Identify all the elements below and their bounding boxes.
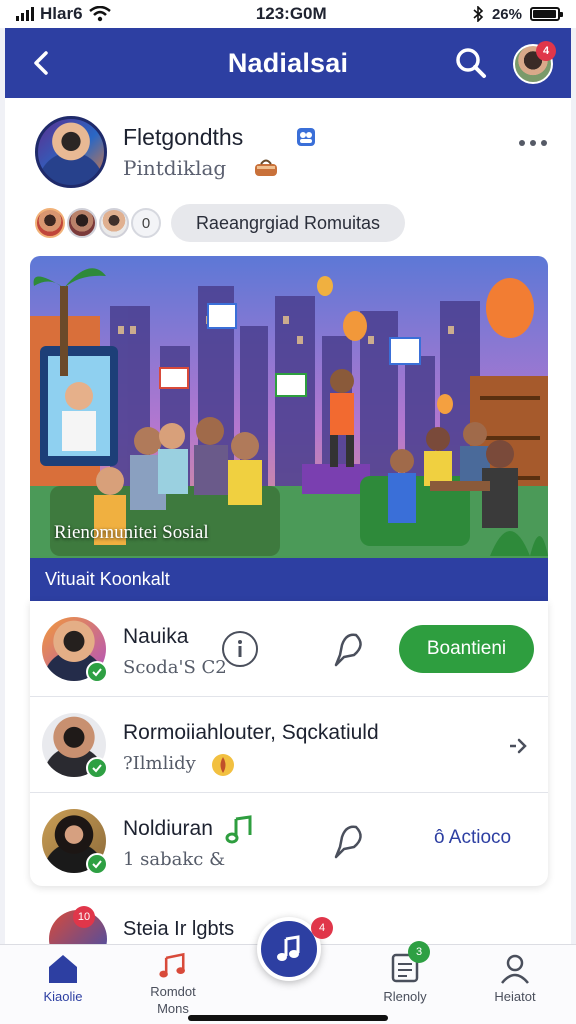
- nav-profile[interactable]: Heiatot: [465, 951, 565, 1017]
- app-header: Nadialsai 4: [5, 28, 571, 98]
- nav-events-label-line2: Mons: [157, 1001, 189, 1016]
- tag-chip[interactable]: Raeangrgiad Romuitas: [171, 204, 405, 242]
- participant-avatar[interactable]: [99, 208, 129, 238]
- status-time: 123:G0M: [255, 4, 327, 23]
- battery-percent: 26%: [491, 5, 522, 23]
- group-icon: [297, 128, 315, 146]
- nav-events-label: Romdot Mons: [150, 983, 196, 1017]
- list-item[interactable]: Noldiuran 1 sabakc & ô Actioco: [30, 793, 548, 889]
- pin-icon[interactable]: [328, 821, 368, 861]
- post-header: Fletgondths Pintdiklag: [35, 116, 555, 192]
- music-note-icon: [225, 815, 252, 844]
- nav-home[interactable]: Kiaolie: [13, 951, 113, 1017]
- fab-badge: 4: [311, 917, 333, 939]
- hero-caption: Rienomunitei Sosial: [54, 522, 209, 543]
- list-item[interactable]: Rormoiiahlouter, Sqckatiuld ?Ilmlidy: [30, 697, 548, 793]
- bottom-nav: Kiaolie Romdot Mons 4 Rlenoly 3 Heiatot: [0, 917, 576, 1024]
- author-avatar[interactable]: [35, 116, 107, 188]
- music-note-icon: [277, 935, 300, 961]
- connect-button[interactable]: Boantieni: [399, 625, 534, 673]
- author-subtitle: Pintdiklag: [123, 156, 227, 180]
- list-item[interactable]: Nauika Scoda'S C2 Boantieni: [30, 601, 548, 697]
- status-right: 26%: [472, 5, 563, 23]
- more-dot: [519, 140, 525, 146]
- info-icon: [238, 640, 242, 657]
- hero-illustration: [30, 256, 548, 601]
- participants-row: 0 Raeangrgiad Romuitas: [35, 204, 555, 244]
- chevron-left-icon: [34, 51, 48, 75]
- member-subtitle: 1 sabakc &: [123, 849, 226, 870]
- info-button[interactable]: [222, 631, 258, 667]
- peek-badge: 10: [73, 906, 95, 928]
- participant-count[interactable]: 0: [131, 208, 161, 238]
- back-button[interactable]: [25, 47, 57, 79]
- status-left: Hlar6: [16, 4, 111, 24]
- carrier-name: Hlar6: [40, 4, 83, 23]
- hero-image[interactable]: Rienomunitei Sosial Vituait Koonkalt: [30, 256, 548, 601]
- member-subtitle: ?Ilmlidy: [123, 753, 196, 774]
- status-bar: Hlar6 123:G0M 26%: [0, 0, 576, 28]
- search-button[interactable]: [453, 45, 489, 81]
- battery-icon: [530, 7, 563, 21]
- user-icon: [501, 954, 529, 984]
- verified-badge: [86, 661, 108, 683]
- peek-title: Steia Ir lgbts: [123, 918, 235, 940]
- action-link[interactable]: ô Actioco: [434, 827, 511, 849]
- author-name[interactable]: Fletgondths: [123, 124, 243, 151]
- music-icon: [159, 952, 185, 978]
- feed-content: Fletgondths Pintdiklag 0 Raeangrgiad Rom…: [5, 98, 571, 944]
- nav-events-label-line1: Romdot: [150, 984, 196, 999]
- nav-reports-badge: 3: [408, 941, 430, 963]
- nav-reports-label: Rlenoly: [383, 989, 427, 1004]
- member-list: Nauika Scoda'S C2 Boantieni Rormoiiahlou…: [30, 601, 548, 886]
- nav-events[interactable]: Romdot Mons: [123, 951, 223, 1017]
- home-indicator: [188, 1015, 388, 1021]
- home-icon: [49, 955, 77, 983]
- participant-avatar[interactable]: [35, 208, 65, 238]
- notification-badge: 4: [536, 41, 556, 61]
- verified-badge: [86, 853, 108, 875]
- page-title: Nadialsai: [227, 47, 349, 78]
- more-button[interactable]: [517, 134, 549, 152]
- nav-profile-label: Heiatot: [494, 989, 536, 1004]
- check-icon: [92, 860, 102, 869]
- pin-icon[interactable]: [328, 629, 368, 669]
- more-dot: [541, 140, 547, 146]
- search-icon: [456, 48, 486, 78]
- signal-icon: [16, 7, 34, 21]
- chevron-right-icon[interactable]: [506, 733, 532, 759]
- bluetooth-icon: [473, 6, 484, 22]
- member-subtitle: Scoda'S C2: [123, 657, 227, 678]
- nav-reports[interactable]: Rlenoly: [355, 951, 455, 1017]
- wifi-icon: [88, 6, 111, 22]
- member-name: Noldiuran: [123, 817, 213, 840]
- nav-home-label: Kiaolie: [43, 989, 83, 1004]
- fire-icon: [212, 754, 234, 776]
- check-icon: [92, 668, 102, 677]
- check-icon: [92, 764, 102, 773]
- hero-title-bar: Vituait Koonkalt: [30, 558, 548, 601]
- member-name: Rormoiiahlouter, Sqckatiuld: [123, 721, 379, 744]
- participant-avatar[interactable]: [67, 208, 97, 238]
- verified-badge: [86, 757, 108, 779]
- bag-icon: [255, 159, 277, 176]
- more-dot: [530, 140, 536, 146]
- member-name: Nauika: [123, 625, 189, 648]
